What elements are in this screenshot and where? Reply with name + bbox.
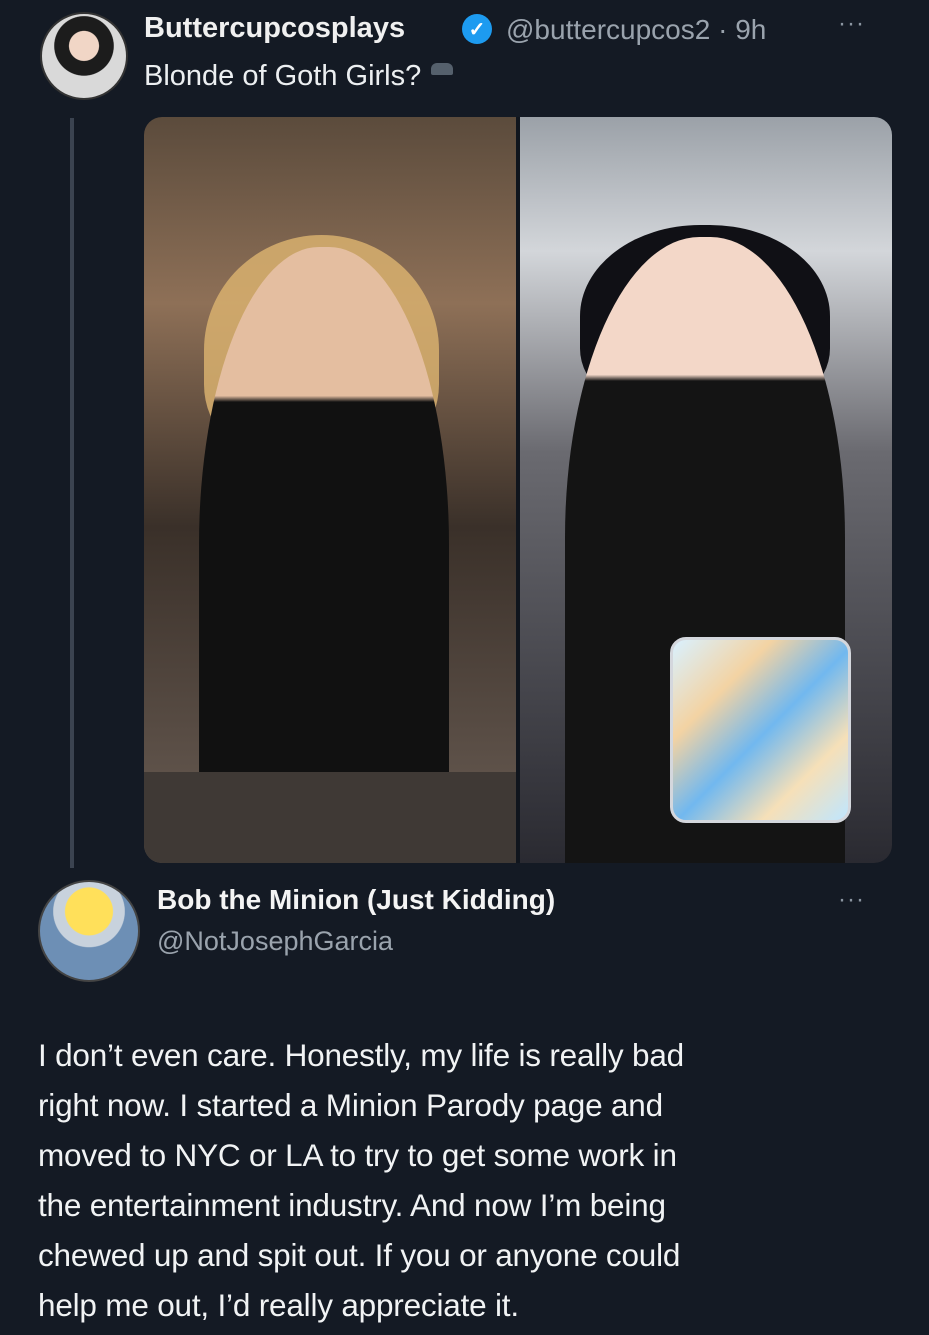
reply-author-avatar[interactable] bbox=[38, 880, 140, 982]
reply-author-handle[interactable]: @NotJosephGarcia bbox=[157, 926, 393, 957]
reply-author-name[interactable]: Bob the Minion (Just Kidding) bbox=[157, 884, 555, 916]
reply-line: right now. I started a Minion Parody pag… bbox=[38, 1087, 663, 1123]
tweet-media-grid[interactable] bbox=[144, 117, 892, 863]
thread-line bbox=[70, 118, 74, 868]
reply-line: I don’t even care. Honestly, my life is … bbox=[38, 1037, 684, 1073]
reply-line: moved to NYC or LA to try to get some wo… bbox=[38, 1137, 677, 1173]
reply-line: the entertainment industry. And now I’m … bbox=[38, 1187, 666, 1223]
cookie-box bbox=[670, 637, 851, 823]
reply-text: I don’t even care. Honestly, my life is … bbox=[38, 1030, 888, 1330]
emoji-icon bbox=[431, 63, 454, 76]
author-avatar[interactable] bbox=[40, 12, 128, 100]
goth-photo[interactable] bbox=[520, 117, 892, 863]
author-handle-time[interactable]: @buttercupcos2 · 9h bbox=[506, 14, 766, 46]
more-options-icon[interactable]: ··· bbox=[838, 10, 865, 38]
tweet-card: Buttercupcosplays ✓ @buttercupcos2 · 9h … bbox=[0, 0, 929, 870]
table-surface bbox=[144, 772, 516, 863]
blonde-photo[interactable] bbox=[144, 117, 516, 863]
author-name[interactable]: Buttercupcosplays bbox=[144, 12, 405, 45]
reply-more-options-icon[interactable]: ··· bbox=[838, 886, 865, 914]
person-silhouette bbox=[199, 247, 449, 863]
verified-badge-icon: ✓ bbox=[462, 14, 492, 44]
reply-line: help me out, I’d really appreciate it. bbox=[38, 1287, 519, 1323]
reply-line: chewed up and spit out. If you or anyone… bbox=[38, 1237, 681, 1273]
tweet-text-content: Blonde of Goth Girls? bbox=[144, 60, 422, 92]
tweet-text: Blonde of Goth Girls? bbox=[144, 60, 454, 93]
